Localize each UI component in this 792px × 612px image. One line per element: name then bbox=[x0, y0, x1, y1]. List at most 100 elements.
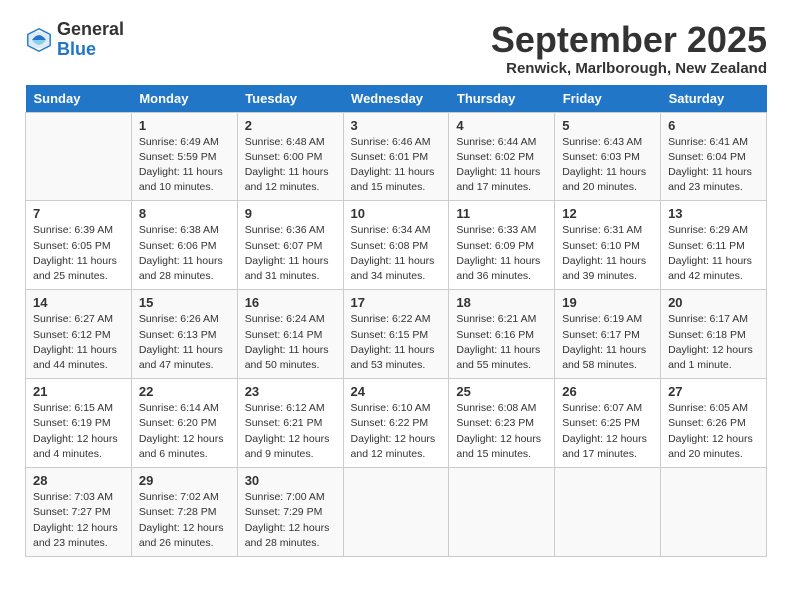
title-block: September 2025 Renwick, Marlborough, New… bbox=[491, 20, 767, 77]
calendar-cell: 9Sunrise: 6:36 AM Sunset: 6:07 PM Daylig… bbox=[237, 201, 343, 290]
calendar-cell: 13Sunrise: 6:29 AM Sunset: 6:11 PM Dayli… bbox=[661, 201, 767, 290]
day-info: Sunrise: 6:39 AM Sunset: 6:05 PM Dayligh… bbox=[33, 223, 124, 284]
calendar-cell: 14Sunrise: 6:27 AM Sunset: 6:12 PM Dayli… bbox=[26, 290, 132, 379]
calendar-week-2: 7 Sunrise: 6:39 AM Sunset: 6:05 PM Daylig… bbox=[26, 201, 767, 290]
day-number: 7 bbox=[33, 206, 124, 221]
day-number: 23 bbox=[245, 384, 336, 399]
calendar-cell: 15 Sunrise: 6:26 AM Sunset: 6:13 PM Dayli… bbox=[131, 290, 237, 379]
day-number: 10 bbox=[351, 206, 442, 221]
calendar-cell: 6 Sunrise: 6:41 AM Sunset: 6:04 PM Daylig… bbox=[661, 112, 767, 201]
calendar-cell: 24 Sunrise: 6:10 AM Sunset: 6:22 PM Dayli… bbox=[343, 379, 449, 468]
day-number: 22 bbox=[139, 384, 230, 399]
day-info: Sunrise: 6:10 AM Sunset: 6:22 PM Dayligh… bbox=[351, 401, 442, 462]
calendar-cell: 7 Sunrise: 6:39 AM Sunset: 6:05 PM Daylig… bbox=[26, 201, 132, 290]
weekday-wednesday: Wednesday bbox=[343, 85, 449, 113]
day-number: 17 bbox=[351, 295, 442, 310]
calendar-cell: 16Sunrise: 6:24 AM Sunset: 6:14 PM Dayli… bbox=[237, 290, 343, 379]
day-number: 4 bbox=[456, 118, 547, 133]
day-number: 18 bbox=[456, 295, 547, 310]
day-info: Sunrise: 7:00 AM Sunset: 7:29 PM Dayligh… bbox=[245, 490, 336, 551]
day-number: 25 bbox=[456, 384, 547, 399]
calendar-cell: 18 Sunrise: 6:21 AM Sunset: 6:16 PM Dayli… bbox=[449, 290, 555, 379]
day-info: Sunrise: 7:03 AM Sunset: 7:27 PM Dayligh… bbox=[33, 490, 124, 551]
logo: General Blue bbox=[25, 20, 124, 60]
day-info: Sunrise: 6:15 AM Sunset: 6:19 PM Dayligh… bbox=[33, 401, 124, 462]
day-info: Sunrise: 6:07 AM Sunset: 6:25 PM Dayligh… bbox=[562, 401, 653, 462]
day-number: 6 bbox=[668, 118, 759, 133]
day-number: 26 bbox=[562, 384, 653, 399]
weekday-sunday: Sunday bbox=[26, 85, 132, 113]
weekday-monday: Monday bbox=[131, 85, 237, 113]
day-number: 20 bbox=[668, 295, 759, 310]
day-info: Sunrise: 6:38 AM Sunset: 6:06 PM Dayligh… bbox=[139, 223, 230, 284]
day-number: 19 bbox=[562, 295, 653, 310]
day-number: 9 bbox=[245, 206, 336, 221]
calendar-cell: 8 Sunrise: 6:38 AM Sunset: 6:06 PM Daylig… bbox=[131, 201, 237, 290]
weekday-tuesday: Tuesday bbox=[237, 85, 343, 113]
page-header: General Blue September 2025 Renwick, Mar… bbox=[25, 20, 767, 77]
day-info: Sunrise: 6:17 AM Sunset: 6:18 PM Dayligh… bbox=[668, 312, 759, 373]
day-info: Sunrise: 6:34 AM Sunset: 6:08 PM Dayligh… bbox=[351, 223, 442, 284]
day-info: Sunrise: 6:26 AM Sunset: 6:13 PM Dayligh… bbox=[139, 312, 230, 373]
day-number: 3 bbox=[351, 118, 442, 133]
calendar-cell bbox=[449, 468, 555, 557]
day-info: Sunrise: 6:48 AM Sunset: 6:00 PM Dayligh… bbox=[245, 135, 336, 196]
day-info: Sunrise: 6:44 AM Sunset: 6:02 PM Dayligh… bbox=[456, 135, 547, 196]
day-info: Sunrise: 6:05 AM Sunset: 6:26 PM Dayligh… bbox=[668, 401, 759, 462]
calendar-cell: 28 Sunrise: 7:03 AM Sunset: 7:27 PM Dayli… bbox=[26, 468, 132, 557]
calendar-cell: 5 Sunrise: 6:43 AM Sunset: 6:03 PM Daylig… bbox=[555, 112, 661, 201]
day-number: 1 bbox=[139, 118, 230, 133]
calendar-cell: 27 Sunrise: 6:05 AM Sunset: 6:26 PM Dayli… bbox=[661, 379, 767, 468]
calendar-cell: 11 Sunrise: 6:33 AM Sunset: 6:09 PM Dayli… bbox=[449, 201, 555, 290]
logo-text: General Blue bbox=[57, 20, 124, 60]
calendar-cell: 4 Sunrise: 6:44 AM Sunset: 6:02 PM Daylig… bbox=[449, 112, 555, 201]
calendar-body: 1 Sunrise: 6:49 AM Sunset: 5:59 PM Daylig… bbox=[26, 112, 767, 556]
day-info: Sunrise: 6:14 AM Sunset: 6:20 PM Dayligh… bbox=[139, 401, 230, 462]
day-number: 21 bbox=[33, 384, 124, 399]
calendar-cell: 29Sunrise: 7:02 AM Sunset: 7:28 PM Dayli… bbox=[131, 468, 237, 557]
calendar-week-3: 14Sunrise: 6:27 AM Sunset: 6:12 PM Dayli… bbox=[26, 290, 767, 379]
calendar-cell bbox=[26, 112, 132, 201]
day-info: Sunrise: 6:22 AM Sunset: 6:15 PM Dayligh… bbox=[351, 312, 442, 373]
weekday-header-row: SundayMondayTuesdayWednesdayThursdayFrid… bbox=[26, 85, 767, 113]
calendar-week-1: 1 Sunrise: 6:49 AM Sunset: 5:59 PM Daylig… bbox=[26, 112, 767, 201]
calendar-cell bbox=[661, 468, 767, 557]
day-number: 24 bbox=[351, 384, 442, 399]
calendar-cell bbox=[555, 468, 661, 557]
day-number: 16 bbox=[245, 295, 336, 310]
calendar-cell: 10 Sunrise: 6:34 AM Sunset: 6:08 PM Dayli… bbox=[343, 201, 449, 290]
day-number: 11 bbox=[456, 206, 547, 221]
calendar-cell: 12Sunrise: 6:31 AM Sunset: 6:10 PM Dayli… bbox=[555, 201, 661, 290]
day-info: Sunrise: 6:41 AM Sunset: 6:04 PM Dayligh… bbox=[668, 135, 759, 196]
day-info: Sunrise: 6:43 AM Sunset: 6:03 PM Dayligh… bbox=[562, 135, 653, 196]
day-number: 27 bbox=[668, 384, 759, 399]
month-year: September 2025 bbox=[491, 20, 767, 60]
day-info: Sunrise: 6:19 AM Sunset: 6:17 PM Dayligh… bbox=[562, 312, 653, 373]
calendar-table: SundayMondayTuesdayWednesdayThursdayFrid… bbox=[25, 85, 767, 557]
day-number: 29 bbox=[139, 473, 230, 488]
calendar-cell: 19 Sunrise: 6:19 AM Sunset: 6:17 PM Dayli… bbox=[555, 290, 661, 379]
day-info: Sunrise: 6:21 AM Sunset: 6:16 PM Dayligh… bbox=[456, 312, 547, 373]
day-number: 28 bbox=[33, 473, 124, 488]
calendar-cell: 20 Sunrise: 6:17 AM Sunset: 6:18 PM Dayli… bbox=[661, 290, 767, 379]
logo-general: General bbox=[57, 19, 124, 39]
calendar-cell: 1 Sunrise: 6:49 AM Sunset: 5:59 PM Daylig… bbox=[131, 112, 237, 201]
calendar-cell: 17 Sunrise: 6:22 AM Sunset: 6:15 PM Dayli… bbox=[343, 290, 449, 379]
weekday-friday: Friday bbox=[555, 85, 661, 113]
calendar-cell: 3Sunrise: 6:46 AM Sunset: 6:01 PM Daylig… bbox=[343, 112, 449, 201]
day-number: 8 bbox=[139, 206, 230, 221]
weekday-saturday: Saturday bbox=[661, 85, 767, 113]
logo-blue: Blue bbox=[57, 39, 96, 59]
day-info: Sunrise: 6:33 AM Sunset: 6:09 PM Dayligh… bbox=[456, 223, 547, 284]
calendar-cell: 2 Sunrise: 6:48 AM Sunset: 6:00 PM Daylig… bbox=[237, 112, 343, 201]
calendar-cell: 23Sunrise: 6:12 AM Sunset: 6:21 PM Dayli… bbox=[237, 379, 343, 468]
calendar-cell bbox=[343, 468, 449, 557]
calendar-cell: 26 Sunrise: 6:07 AM Sunset: 6:25 PM Dayli… bbox=[555, 379, 661, 468]
day-info: Sunrise: 6:31 AM Sunset: 6:10 PM Dayligh… bbox=[562, 223, 653, 284]
calendar-week-5: 28 Sunrise: 7:03 AM Sunset: 7:27 PM Dayli… bbox=[26, 468, 767, 557]
day-number: 2 bbox=[245, 118, 336, 133]
calendar-cell: 21 Sunrise: 6:15 AM Sunset: 6:19 PM Dayli… bbox=[26, 379, 132, 468]
day-info: Sunrise: 6:49 AM Sunset: 5:59 PM Dayligh… bbox=[139, 135, 230, 196]
day-number: 15 bbox=[139, 295, 230, 310]
day-number: 5 bbox=[562, 118, 653, 133]
